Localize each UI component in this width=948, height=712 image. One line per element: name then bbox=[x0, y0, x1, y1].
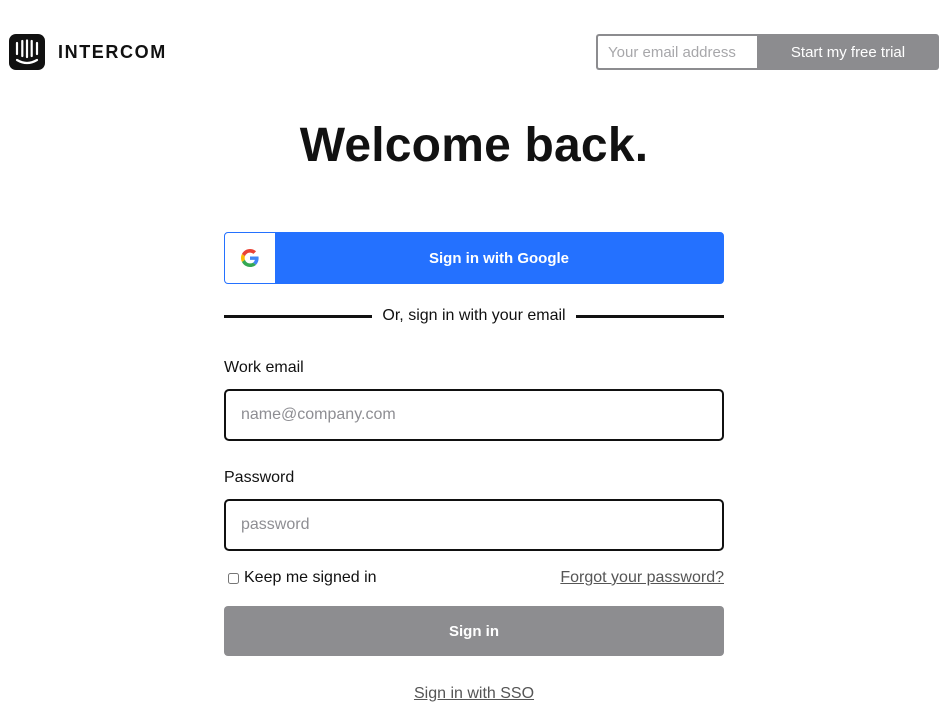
divider-text: Or, sign in with your email bbox=[382, 307, 566, 324]
signin-form: Sign in with Google Or, sign in with you… bbox=[224, 232, 724, 703]
password-field[interactable] bbox=[224, 499, 724, 551]
divider-line-left bbox=[224, 314, 373, 318]
forgot-password-link[interactable]: Forgot your password? bbox=[560, 569, 724, 587]
sso-signin-link[interactable]: Sign in with SSO bbox=[224, 685, 724, 703]
trial-email-input[interactable] bbox=[596, 34, 757, 70]
brand-name: INTERCOM bbox=[58, 41, 167, 62]
divider-line-right bbox=[575, 314, 724, 318]
remember-checkbox[interactable] bbox=[228, 572, 239, 584]
remember-me: Keep me signed in bbox=[224, 569, 377, 587]
google-signin-button[interactable]: Sign in with Google bbox=[224, 232, 724, 284]
email-label: Work email bbox=[224, 359, 304, 376]
signin-options-row: Keep me signed in Forgot your password? bbox=[224, 567, 724, 589]
google-g-icon bbox=[225, 233, 275, 283]
google-signin-label: Sign in with Google bbox=[429, 249, 569, 267]
email-divider: Or, sign in with your email bbox=[224, 306, 724, 326]
brand-logo[interactable]: INTERCOM bbox=[9, 34, 167, 70]
signin-button[interactable]: Sign in bbox=[224, 606, 724, 656]
trial-signup-form: Start my free trial bbox=[596, 34, 939, 70]
email-field[interactable] bbox=[224, 389, 724, 441]
login-page: INTERCOM Start my free trial Welcome bac… bbox=[0, 0, 948, 712]
page-title: Welcome back. bbox=[299, 119, 649, 172]
remember-label[interactable]: Keep me signed in bbox=[244, 569, 377, 587]
intercom-logo-icon bbox=[9, 34, 45, 70]
start-trial-button[interactable]: Start my free trial bbox=[757, 34, 939, 70]
password-label: Password bbox=[224, 469, 295, 486]
